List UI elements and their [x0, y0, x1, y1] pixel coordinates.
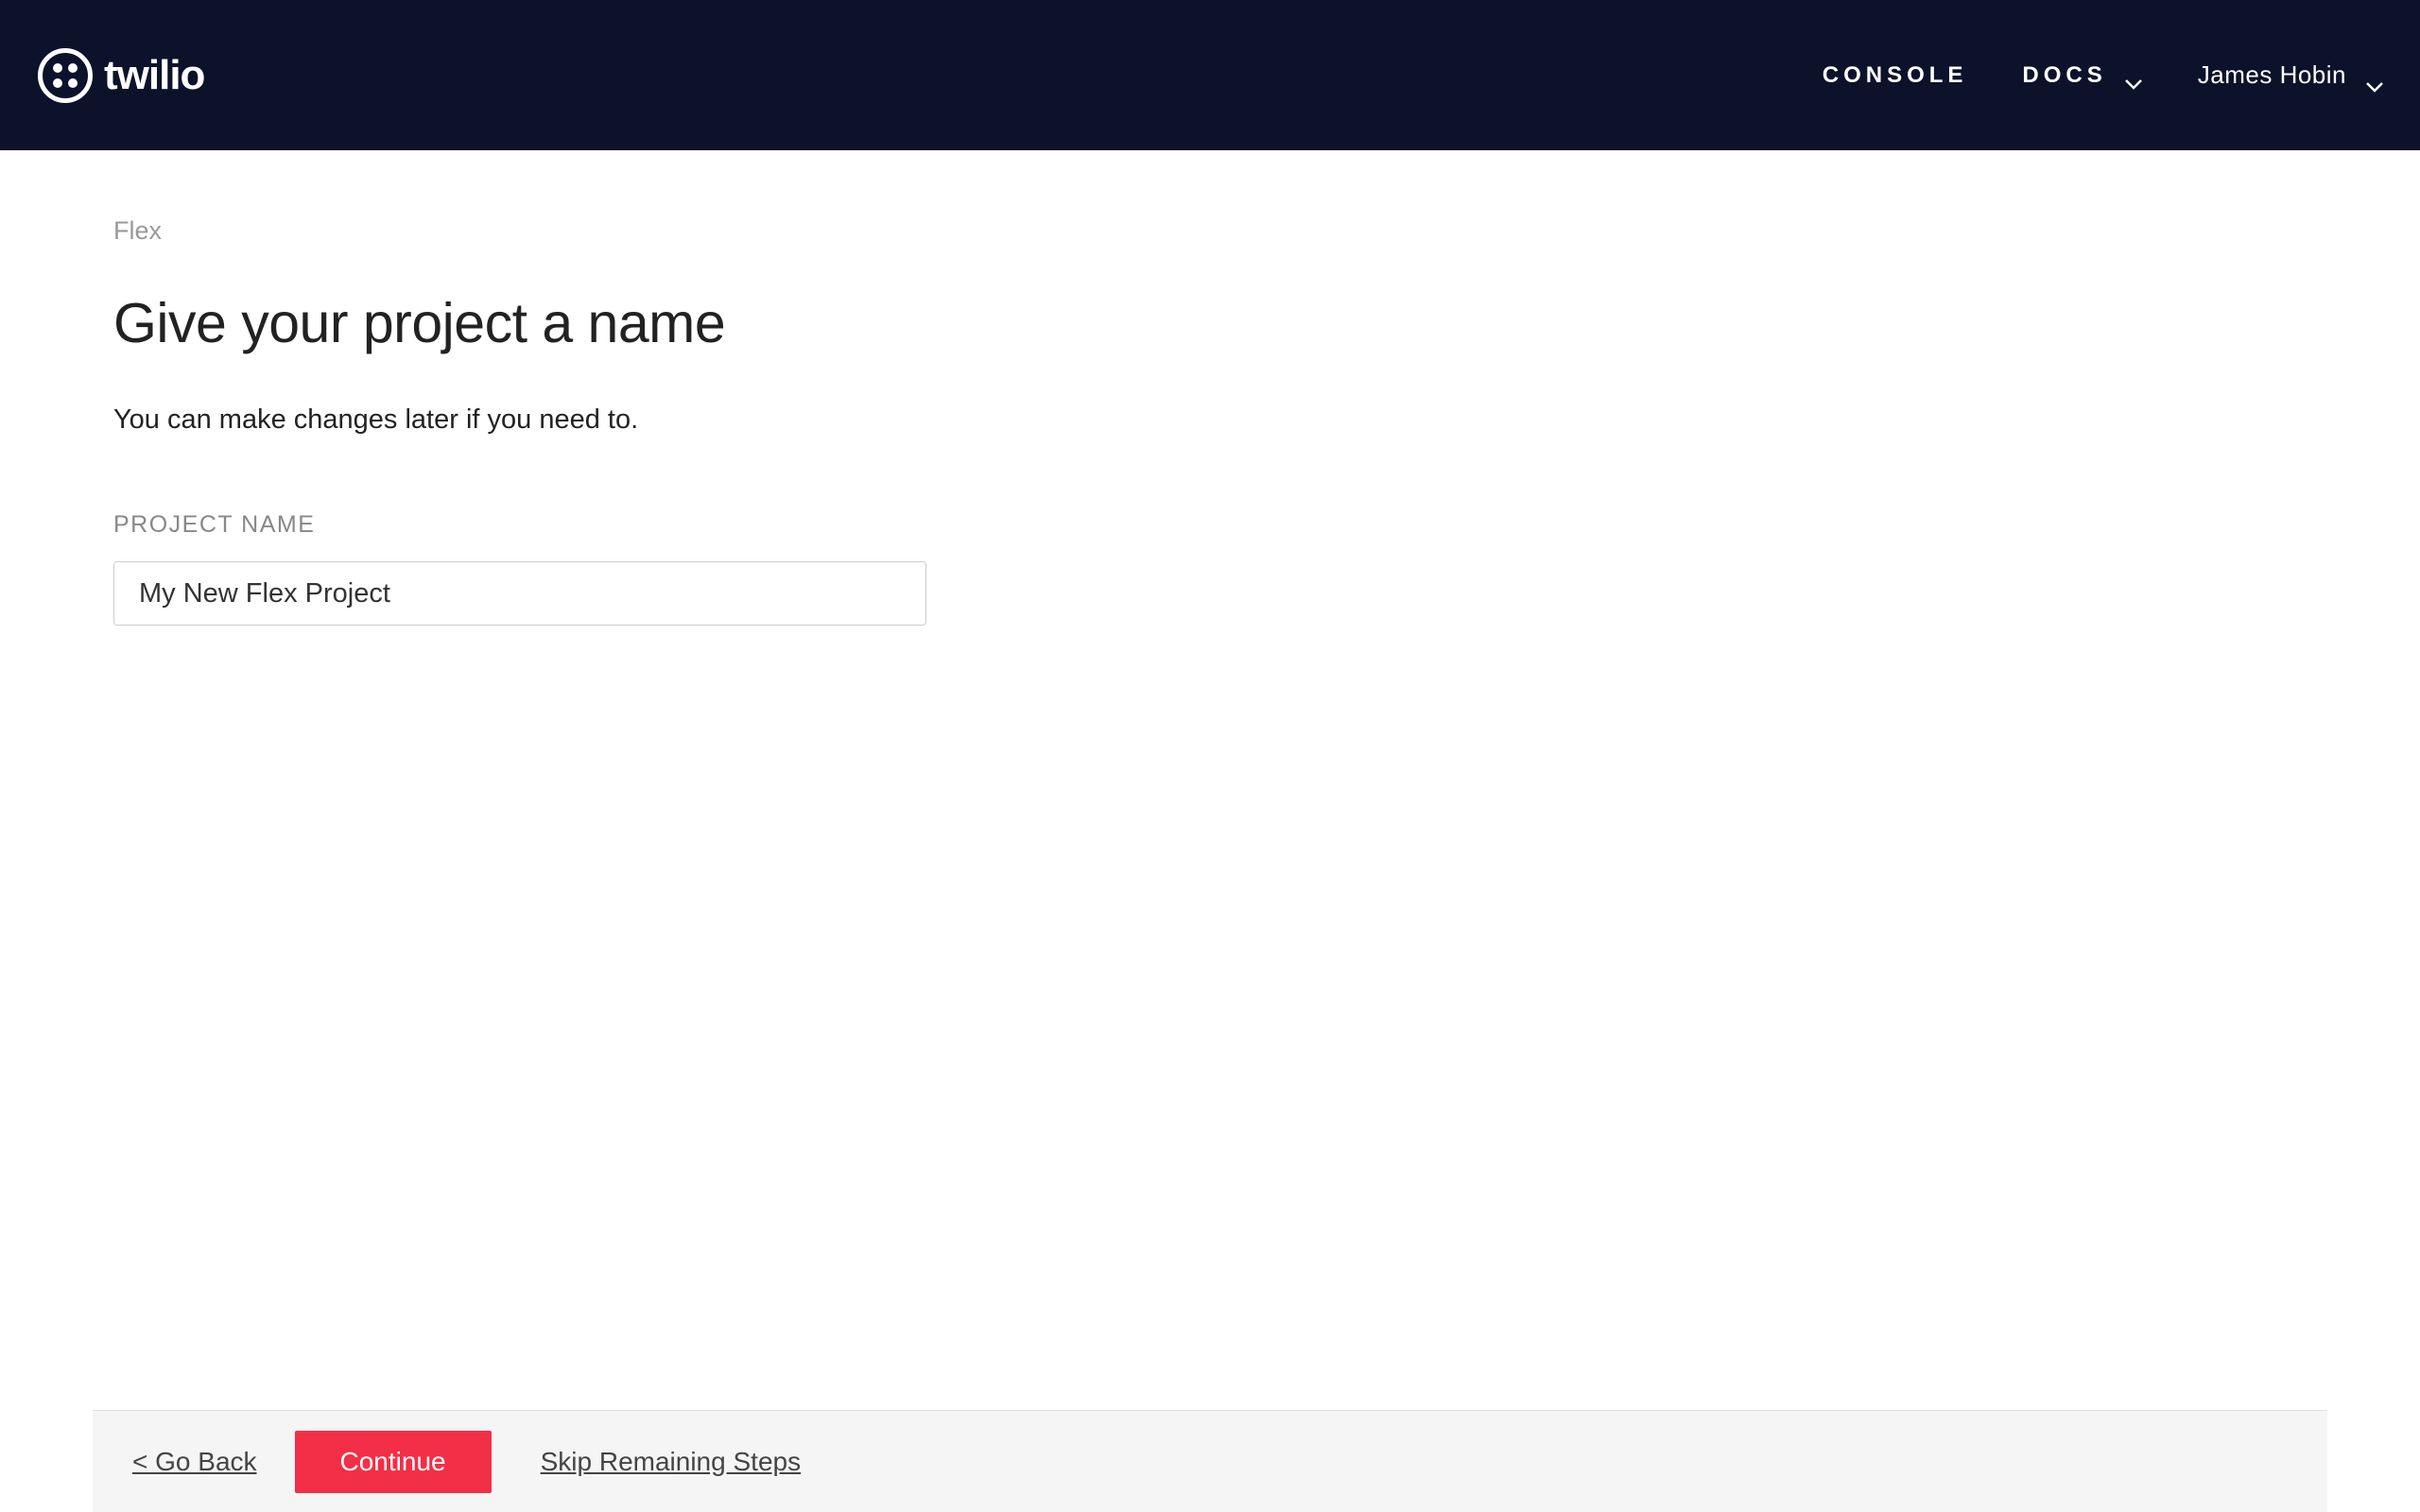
twilio-logo-icon: [38, 48, 93, 103]
skip-remaining-steps-link[interactable]: Skip Remaining Steps: [541, 1447, 801, 1477]
nav-console[interactable]: CONSOLE: [1823, 62, 1968, 89]
user-menu[interactable]: James Hobin: [2198, 60, 2384, 90]
footer-action-bar: < Go Back Continue Skip Remaining Steps: [93, 1410, 2327, 1512]
nav-console-label: CONSOLE: [1823, 62, 1968, 89]
chevron-down-icon: [2365, 70, 2384, 81]
twilio-logo[interactable]: twilio: [38, 48, 204, 103]
twilio-logo-text: twilio: [104, 52, 204, 99]
project-name-field-group: PROJECT NAME: [113, 511, 2307, 626]
nav-docs-label: DOCS: [2022, 62, 2106, 89]
page-subtitle: You can make changes later if you need t…: [113, 404, 2307, 436]
project-name-label: PROJECT NAME: [113, 511, 2307, 539]
continue-button[interactable]: Continue: [295, 1431, 492, 1493]
main-content: Flex Give your project a name You can ma…: [0, 150, 2420, 626]
page-title: Give your project a name: [113, 291, 2307, 355]
app-header: twilio CONSOLE DOCS James Hobin: [0, 0, 2420, 150]
breadcrumb: Flex: [113, 216, 2307, 246]
go-back-link[interactable]: < Go Back: [132, 1447, 257, 1477]
project-name-input[interactable]: [113, 561, 926, 626]
header-nav: CONSOLE DOCS James Hobin: [1823, 60, 2384, 90]
nav-docs[interactable]: DOCS: [2022, 62, 2142, 89]
chevron-down-icon: [2124, 70, 2143, 81]
user-name-label: James Hobin: [2198, 60, 2346, 90]
